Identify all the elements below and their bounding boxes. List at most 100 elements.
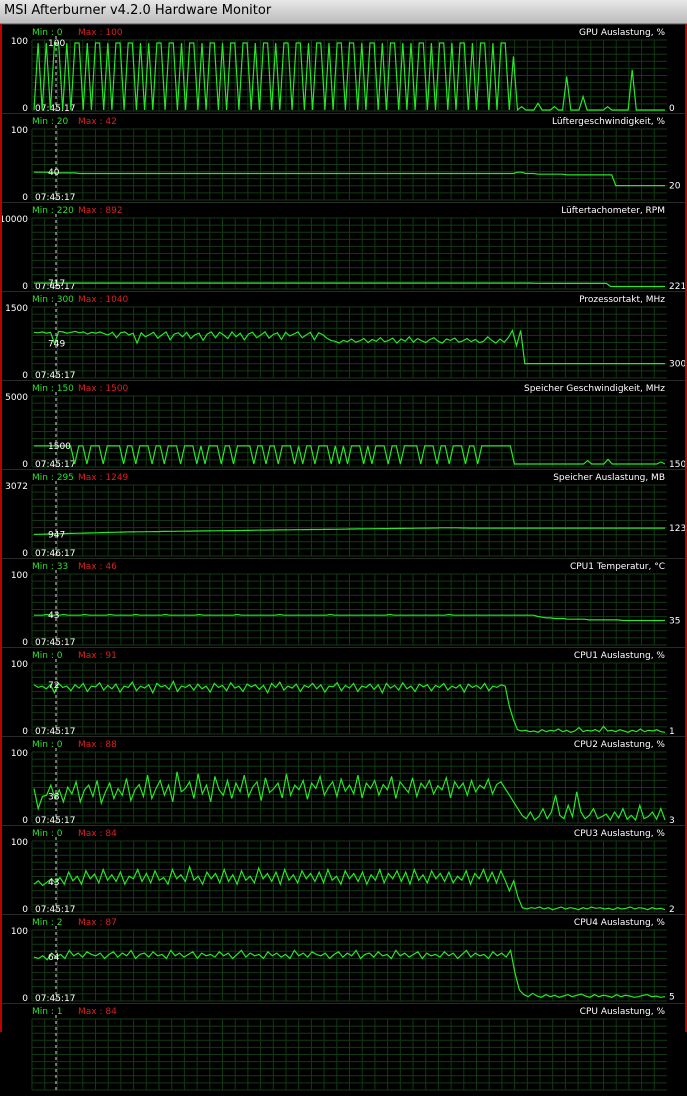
- graph-panel[interactable]: Min : 150 Max : 1500 Speicher Geschwindigk…: [2, 380, 686, 470]
- graph-canvas: Min : 33 Max : 46 CPU1 Temperatur, °C 100 0 0…: [2, 558, 685, 648]
- y-axis-max-label: 100: [11, 126, 28, 136]
- max-label: Max : 1249: [78, 473, 129, 483]
- graph-grid: [31, 128, 667, 201]
- graph-grid: [31, 662, 667, 735]
- graph-panel[interactable]: Min : 0 Max : 88 CPU2 Auslastung, % 100 0 07:…: [2, 736, 685, 826]
- graph-title: Speicher Geschwindigkeit, MHz: [524, 384, 665, 394]
- graph-grid: [31, 840, 667, 913]
- min-label: Min : 20: [32, 117, 68, 127]
- graph-canvas: Min : 220 Max : 892 Lüftertachometer, RPM 1…: [0, 202, 686, 292]
- time-label: 07:45:17: [35, 816, 75, 825]
- graph-panel[interactable]: Min : 0 Max : 84 CPU3 Auslastung, % 100 0 07:…: [2, 825, 685, 915]
- y-axis-max-label: 1500: [5, 304, 28, 314]
- min-label: Min : 0: [32, 651, 63, 661]
- current-value-label: 221: [669, 282, 685, 291]
- max-label: Max : 1040: [78, 295, 129, 305]
- min-label: Min : 1: [32, 1007, 62, 1017]
- time-label: 07:45:17: [35, 638, 75, 647]
- start-value-label: 72: [48, 681, 59, 691]
- graph-panel[interactable]: Min : 2 Max : 87 CPU4 Auslastung, % 100 0 07:…: [2, 914, 685, 1004]
- current-value-label: 150: [669, 460, 685, 469]
- graph-title: GPU Auslastung, %: [579, 28, 665, 38]
- y-axis-min-label: 0: [22, 371, 28, 380]
- graph-canvas: Min : 0 Max : 88 CPU2 Auslastung, % 100 0 07:…: [2, 736, 685, 826]
- graph-title: Prozessortakt, MHz: [579, 295, 665, 305]
- y-axis-max-label: 100: [11, 660, 28, 670]
- graph-title: CPU1 Auslastung, %: [574, 651, 666, 661]
- y-axis-max-label: 100: [11, 927, 28, 937]
- graph-grid: [31, 929, 667, 1002]
- time-label: 07:45:17: [35, 994, 75, 1003]
- y-axis-min-label: 0: [22, 994, 28, 1003]
- graph-title: CPU1 Temperatur, °C: [570, 562, 665, 572]
- graph-panel[interactable]: Min : 300 Max : 1040 Prozessortakt, MHz 150…: [2, 291, 686, 381]
- graph-title: CPU3 Auslastung, %: [574, 829, 666, 839]
- min-label: Min : 0: [32, 28, 63, 38]
- hardware-monitor[interactable]: Min : 0 Max : 100 GPU Auslastung, % 100 0 07:…: [0, 24, 687, 1092]
- y-axis-max-label: 10000: [2, 215, 28, 225]
- min-label: Min : 295: [32, 473, 74, 483]
- graph-canvas: Min : 0 Max : 100 GPU Auslastung, % 100 0 07:…: [2, 24, 685, 114]
- max-label: Max : 84: [78, 829, 117, 839]
- min-label: Min : 33: [32, 562, 68, 572]
- time-label: 07:45:17: [35, 104, 75, 113]
- max-label: Max : 100: [78, 28, 123, 38]
- graph-panel[interactable]: Min : 1 Max : 84 CPU Auslastung, %: [2, 1003, 685, 1092]
- graph-title: CPU2 Auslastung, %: [574, 740, 666, 750]
- graph-canvas: Min : 20 Max : 42 Lüftergeschwindigkeit, %…: [2, 113, 685, 203]
- y-axis-max-label: 100: [11, 37, 28, 47]
- graph-panel[interactable]: Min : 220 Max : 892 Lüftertachometer, RPM 1…: [0, 202, 686, 292]
- graph-panel[interactable]: Min : 20 Max : 42 Lüftergeschwindigkeit, %…: [2, 113, 685, 203]
- graph-canvas: Min : 295 Max : 1249 Speicher Auslastung, …: [2, 469, 687, 559]
- current-value-label: 1: [669, 727, 675, 736]
- max-label: Max : 87: [78, 918, 117, 928]
- graph-grid: [31, 573, 667, 646]
- graph-panel[interactable]: Min : 295 Max : 1249 Speicher Auslastung, …: [2, 469, 687, 559]
- graph-canvas: Min : 0 Max : 91 CPU1 Auslastung, % 100 0 07:…: [2, 647, 685, 737]
- graph-panel[interactable]: Min : 0 Max : 100 GPU Auslastung, % 100 0 07:…: [2, 24, 685, 114]
- y-axis-min-label: 0: [22, 905, 28, 914]
- start-value-label: 64: [48, 953, 60, 963]
- y-axis-min-label: 0: [22, 104, 28, 113]
- graph-grid: [31, 484, 667, 557]
- graph-grid: [31, 306, 667, 379]
- max-label: Max : 46: [78, 562, 117, 572]
- current-value-label: 300: [669, 360, 685, 370]
- window-titlebar[interactable]: MSI Afterburner v4.2.0 Hardware Monitor: [0, 0, 687, 24]
- y-axis-min-label: 0: [22, 282, 28, 291]
- current-value-label: 2: [669, 905, 675, 914]
- start-value-label: 717: [48, 279, 65, 289]
- min-label: Min : 0: [32, 740, 63, 750]
- graph-canvas: Min : 1 Max : 84 CPU Auslastung, %: [2, 1003, 685, 1092]
- min-label: Min : 0: [32, 829, 63, 839]
- graph-panel[interactable]: Min : 0 Max : 91 CPU1 Auslastung, % 100 0 07:…: [2, 647, 685, 737]
- current-value-label: 1232: [669, 524, 685, 534]
- y-axis-min-label: 0: [22, 549, 28, 558]
- y-axis-min-label: 0: [22, 727, 28, 736]
- y-axis-max-label: 100: [11, 571, 28, 581]
- y-axis-min-label: 0: [22, 460, 28, 469]
- graph-canvas: Min : 150 Max : 1500 Speicher Geschwindigk…: [2, 380, 686, 470]
- y-axis-max-label: 100: [11, 749, 28, 759]
- min-label: Min : 300: [32, 295, 74, 305]
- max-label: Max : 1500: [78, 384, 129, 394]
- y-axis-max-label: 5000: [5, 393, 28, 403]
- start-value-label: 38: [48, 793, 60, 803]
- min-label: Min : 150: [32, 384, 74, 394]
- time-label: 07:45:17: [35, 193, 75, 202]
- graph-title: CPU Auslastung, %: [580, 1007, 666, 1017]
- max-label: Max : 88: [78, 740, 117, 750]
- current-value-label: 20: [669, 182, 681, 192]
- start-value-label: 40: [48, 168, 60, 178]
- graph-canvas: Min : 2 Max : 87 CPU4 Auslastung, % 100 0 07:…: [2, 914, 685, 1004]
- current-value-label: 3: [669, 816, 675, 825]
- y-axis-max-label: 100: [11, 838, 28, 848]
- current-value-label: 35: [669, 617, 680, 627]
- graph-panel[interactable]: Min : 33 Max : 46 CPU1 Temperatur, °C 100 0 0…: [2, 558, 685, 648]
- graph-title: CPU4 Auslastung, %: [574, 918, 666, 928]
- current-value-label: 5: [669, 993, 675, 1003]
- time-label: 07:45:17: [35, 727, 75, 736]
- y-axis-min-label: 0: [22, 638, 28, 647]
- window-title: MSI Afterburner v4.2.0 Hardware Monitor: [4, 3, 272, 18]
- graph-title: Speicher Auslastung, MB: [553, 473, 665, 483]
